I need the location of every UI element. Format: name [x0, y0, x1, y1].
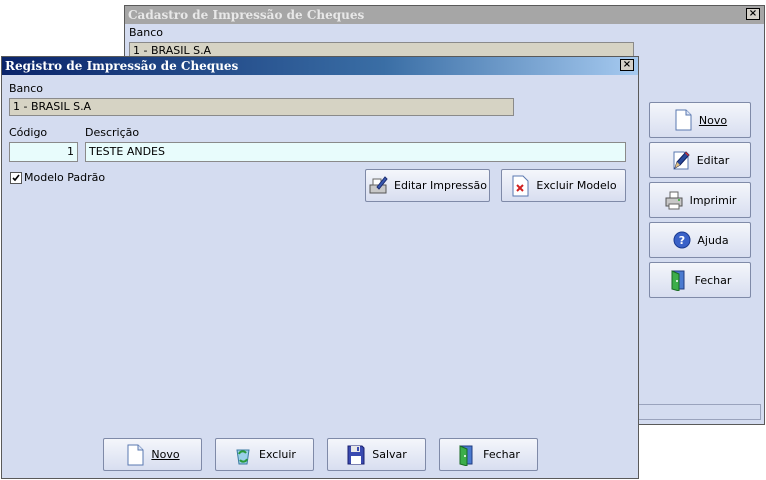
back-novo-label: Novo [698, 113, 728, 127]
descricao-field[interactable]: TESTE ANDES [85, 142, 626, 162]
excluir-modelo-label: Excluir Modelo [536, 179, 617, 192]
editar-impressao-button[interactable]: Editar Impressão [365, 169, 490, 202]
front-window-close-icon[interactable]: × [620, 59, 634, 71]
front-window-title-text: Registro de Impressão de Cheques [5, 59, 239, 73]
excluir-modelo-button[interactable]: Excluir Modelo [501, 169, 626, 202]
back-ajuda-label: Ajuda [697, 233, 729, 247]
back-banco-label: Banco [129, 26, 164, 39]
back-ajuda-button[interactable]: ? Ajuda [649, 222, 751, 258]
excluir-button[interactable]: Excluir [215, 438, 314, 471]
pencil-icon [673, 151, 690, 170]
codigo-field[interactable]: 1 [9, 142, 78, 162]
back-window-close-icon[interactable]: × [746, 8, 760, 20]
editar-impressao-label: Editar Impressão [394, 179, 487, 192]
back-window-title-text: Cadastro de Impressão de Cheques [128, 8, 365, 22]
back-fechar-label: Fechar [694, 273, 732, 287]
checkmark-icon [12, 174, 20, 182]
salvar-button[interactable]: Salvar [327, 438, 426, 471]
back-editar-label: Editar [696, 153, 730, 167]
delete-document-icon [512, 175, 529, 196]
new-document-icon [127, 444, 144, 465]
back-fechar-button[interactable]: Fechar [649, 262, 751, 298]
front-window-title: Registro de Impressão de Cheques [2, 57, 638, 75]
banco-field: 1 - BRASIL S.A [9, 98, 514, 116]
printer-icon [665, 191, 683, 210]
descricao-label: Descrição [85, 126, 140, 139]
fechar-label: Fechar [483, 448, 520, 461]
codigo-label: Código [9, 126, 48, 139]
back-imprimir-button[interactable]: Imprimir [649, 182, 751, 218]
excluir-label: Excluir [259, 448, 296, 461]
back-editar-button[interactable]: Editar [649, 142, 751, 178]
svg-text:?: ? [679, 234, 685, 247]
modelo-padrao-label: Modelo Padrão [24, 171, 106, 184]
recycle-icon [236, 449, 250, 464]
salvar-label: Salvar [372, 448, 407, 461]
back-window-status-bar [637, 404, 761, 420]
print-edit-icon [369, 175, 388, 193]
banco-label: Banco [9, 82, 44, 95]
novo-label: Novo [151, 448, 180, 461]
help-icon: ? [673, 231, 691, 249]
front-window: Registro de Impressão de Cheques × Banco… [1, 56, 639, 479]
floppy-disk-icon [347, 445, 365, 464]
fechar-button[interactable]: Fechar [439, 438, 538, 471]
door-icon [459, 444, 473, 466]
modelo-padrao-checkbox[interactable] [10, 172, 22, 184]
new-document-icon [675, 109, 692, 131]
back-novo-button[interactable]: Novo [649, 102, 751, 138]
back-imprimir-label: Imprimir [689, 193, 737, 207]
back-window-title: Cadastro de Impressão de Cheques [125, 6, 764, 24]
door-icon [671, 270, 685, 291]
novo-button[interactable]: Novo [103, 438, 202, 471]
